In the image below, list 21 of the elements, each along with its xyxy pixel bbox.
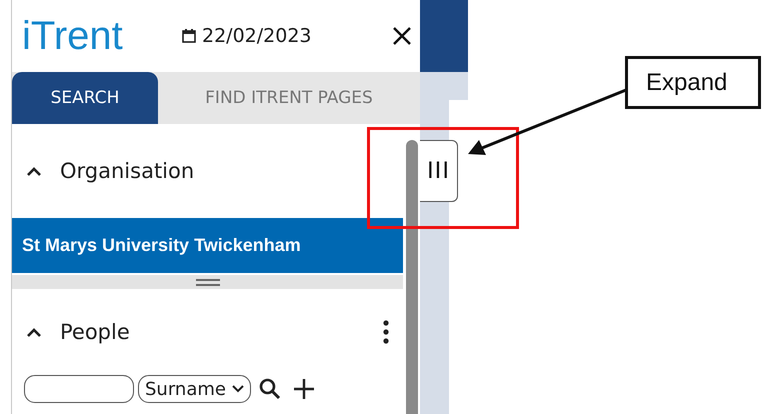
tab[interactable]: SEARCH [12,72,158,124]
section-title: Organisation [60,159,196,183]
callout-label: Expand [625,56,761,109]
section-title: People [60,320,131,344]
header-bar [420,0,468,72]
organisation-item[interactable]: St Marys University Twickenham [12,218,403,273]
caret-up-icon[interactable] [26,327,42,337]
search-field[interactable] [24,375,134,403]
drag-handle-icon [196,278,220,286]
chevron-down-icon [232,385,244,393]
close-icon[interactable] [392,26,412,46]
more-options-icon[interactable] [383,320,389,344]
caret-up-icon[interactable] [26,166,42,176]
search-icon[interactable] [258,378,281,400]
app-logo: iTrent [22,14,124,58]
date-text: 22/02/2023 [202,25,312,47]
scrollbar[interactable] [406,140,418,414]
add-icon[interactable] [292,378,315,400]
search-type-select[interactable]: Surname [138,375,251,403]
calendar-icon [182,29,196,43]
expand-handle[interactable]: III [420,140,458,202]
